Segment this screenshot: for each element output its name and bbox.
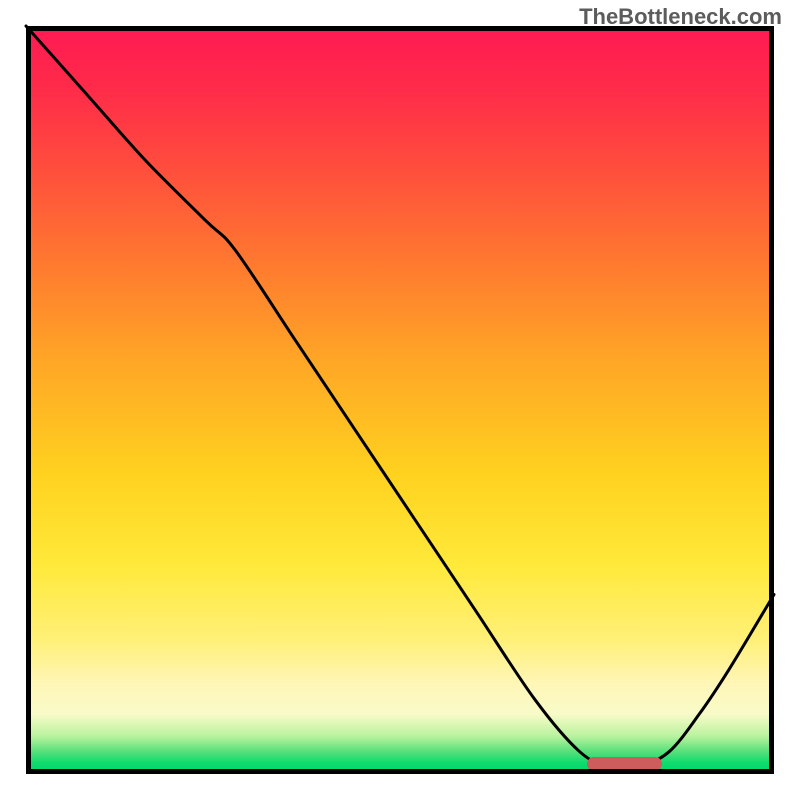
- bottleneck-curve-svg: [26, 26, 774, 774]
- plot-area: [26, 26, 774, 774]
- optimal-range-marker: [587, 757, 662, 771]
- bottleneck-curve-path: [26, 26, 774, 768]
- watermark-text: TheBottleneck.com: [579, 4, 782, 30]
- chart-container: TheBottleneck.com: [0, 0, 800, 800]
